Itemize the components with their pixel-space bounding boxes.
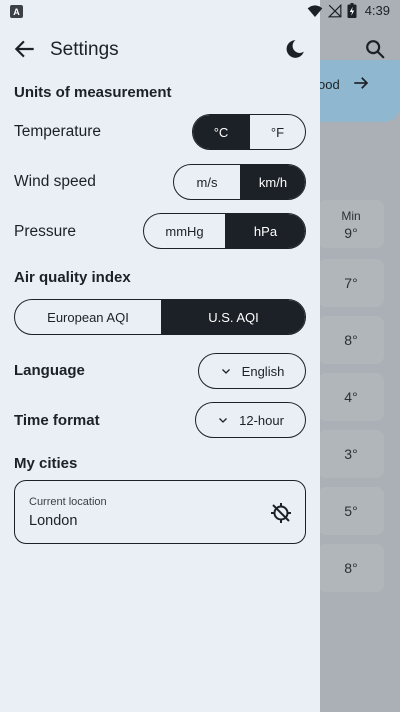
language-label: Language bbox=[14, 362, 85, 379]
settings-drawer: Settings Units of measurement Temperatur… bbox=[0, 0, 320, 712]
pressure-toggle: mmHg hPa bbox=[143, 213, 306, 249]
background-card-text: ood bbox=[318, 77, 340, 92]
current-location-card[interactable]: Current location London bbox=[14, 480, 306, 544]
language-value: English bbox=[241, 363, 285, 379]
arrow-right-icon bbox=[354, 77, 369, 89]
battery-icon bbox=[347, 3, 357, 18]
aqi-option-us[interactable]: U.S. AQI bbox=[161, 300, 305, 334]
wind-speed-label: Wind speed bbox=[14, 173, 96, 190]
temperature-label: Temperature bbox=[14, 123, 102, 140]
cities-section-title: My cities bbox=[14, 455, 78, 472]
chevron-down-icon bbox=[221, 369, 230, 374]
units-section-title: Units of measurement bbox=[14, 84, 172, 101]
time-format-value: 12-hour bbox=[239, 412, 284, 428]
wind-speed-toggle: m/s km/h bbox=[173, 164, 306, 200]
current-location-caption: Current location bbox=[29, 496, 107, 508]
location-off-icon[interactable] bbox=[269, 501, 293, 525]
app-notification-icon: A bbox=[10, 5, 23, 18]
min-value: 3° bbox=[318, 430, 384, 478]
clock-time: 4:39 bbox=[364, 3, 390, 18]
temperature-toggle: °C °F bbox=[192, 114, 306, 150]
wifi-icon bbox=[307, 4, 323, 17]
language-dropdown[interactable]: English bbox=[198, 353, 306, 389]
background-min-header: Min 9° bbox=[318, 200, 384, 248]
drawer-header: Settings bbox=[0, 28, 320, 72]
aqi-option-european[interactable]: European AQI bbox=[15, 300, 161, 334]
back-arrow-icon[interactable] bbox=[12, 36, 38, 62]
temperature-option-celsius[interactable]: °C bbox=[193, 115, 249, 149]
pressure-label: Pressure bbox=[14, 223, 77, 240]
no-signal-icon bbox=[327, 3, 342, 17]
pressure-option-mmhg[interactable]: mmHg bbox=[144, 214, 225, 248]
status-bar: A 4:39 bbox=[0, 0, 400, 24]
aqi-section-title: Air quality index bbox=[14, 269, 131, 286]
page-title: Settings bbox=[50, 39, 119, 60]
min-value: 8° bbox=[318, 544, 384, 592]
temperature-option-fahrenheit[interactable]: °F bbox=[249, 115, 305, 149]
min-value: 9° bbox=[344, 225, 358, 241]
min-value: 7° bbox=[318, 259, 384, 307]
min-value: 8° bbox=[318, 316, 384, 364]
min-value: 4° bbox=[318, 373, 384, 421]
min-label: Min bbox=[341, 209, 361, 223]
wind-option-kmh[interactable]: km/h bbox=[240, 165, 305, 199]
dark-mode-icon[interactable] bbox=[283, 37, 307, 61]
pressure-option-hpa[interactable]: hPa bbox=[225, 214, 305, 248]
time-format-dropdown[interactable]: 12-hour bbox=[195, 402, 306, 438]
wind-option-ms[interactable]: m/s bbox=[174, 165, 240, 199]
min-value: 5° bbox=[318, 487, 384, 535]
time-format-label: Time format bbox=[14, 412, 100, 429]
chevron-down-icon bbox=[219, 418, 228, 423]
current-location-name: London bbox=[29, 513, 78, 529]
status-icons: 4:39 bbox=[307, 3, 390, 18]
aqi-toggle: European AQI U.S. AQI bbox=[14, 299, 306, 335]
search-icon bbox=[366, 40, 385, 59]
